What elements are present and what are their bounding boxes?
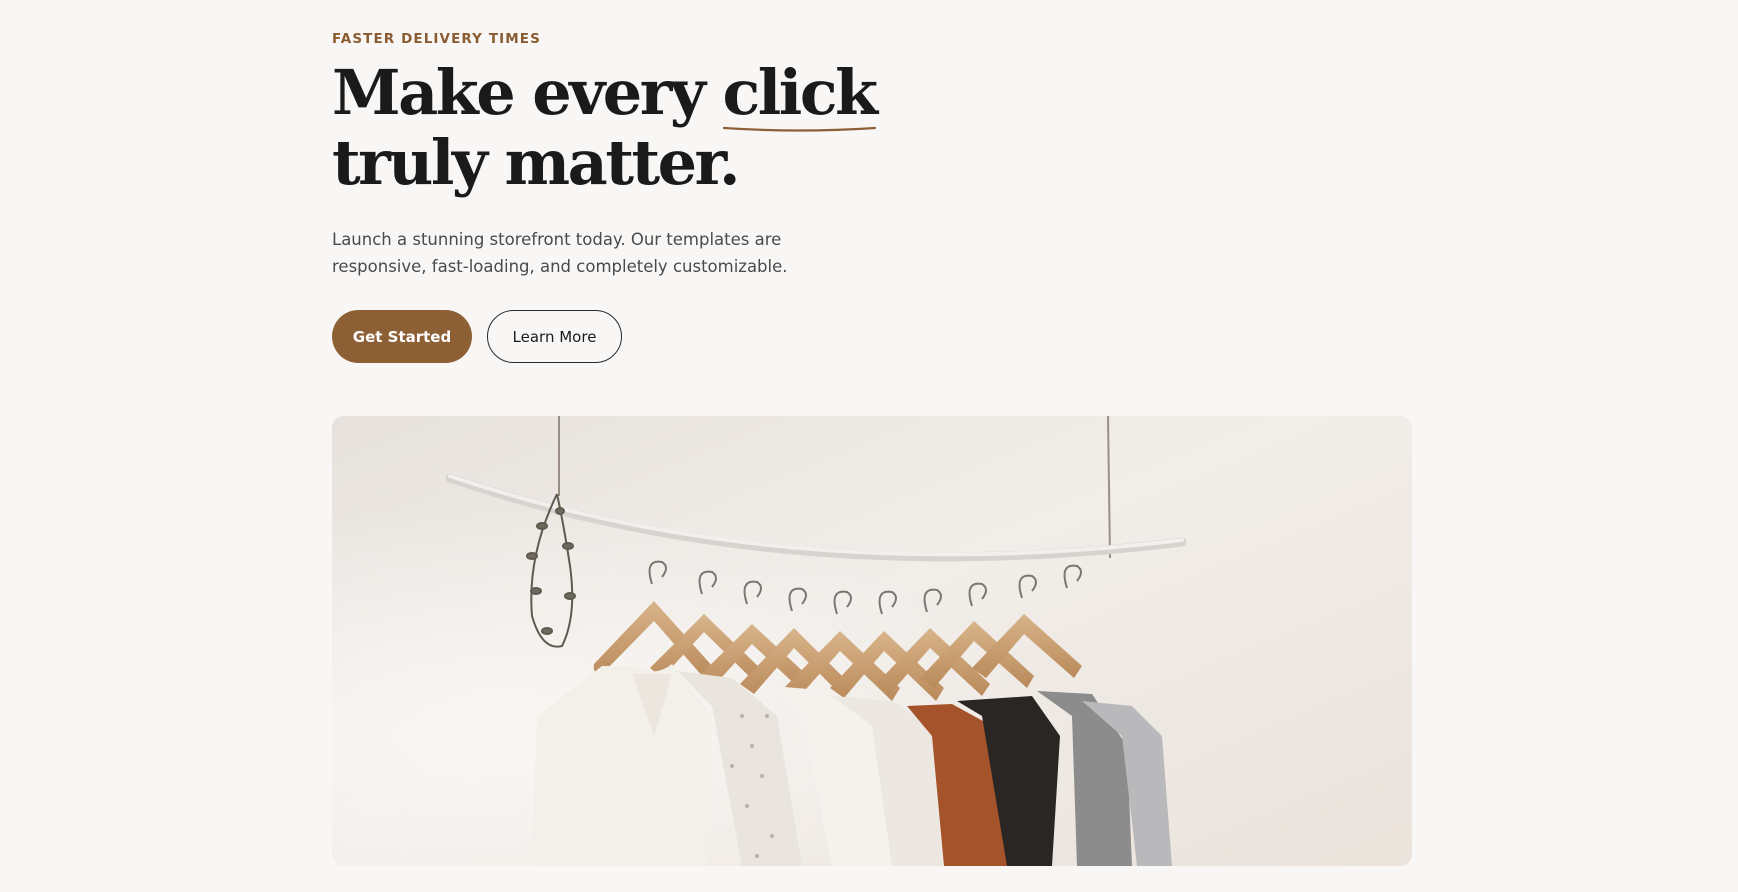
get-started-button[interactable]: Get Started bbox=[332, 310, 472, 363]
learn-more-button[interactable]: Learn More bbox=[487, 310, 622, 363]
hero-subtitle: Launch a stunning storefront today. Our … bbox=[332, 230, 788, 276]
headline-underline-icon bbox=[722, 126, 876, 132]
headline-highlight: click bbox=[722, 56, 879, 132]
clothing-rack-photo-icon bbox=[332, 416, 1412, 866]
hero-headline: Make every click truly matter. bbox=[332, 58, 1032, 198]
hero-eyebrow: FASTER DELIVERY TIMES bbox=[332, 31, 541, 47]
hero-image bbox=[332, 416, 1412, 866]
headline-part-2: truly matter. bbox=[332, 126, 741, 199]
headline-part-1: Make every bbox=[332, 56, 723, 129]
headline-highlight-word: click bbox=[722, 56, 879, 129]
